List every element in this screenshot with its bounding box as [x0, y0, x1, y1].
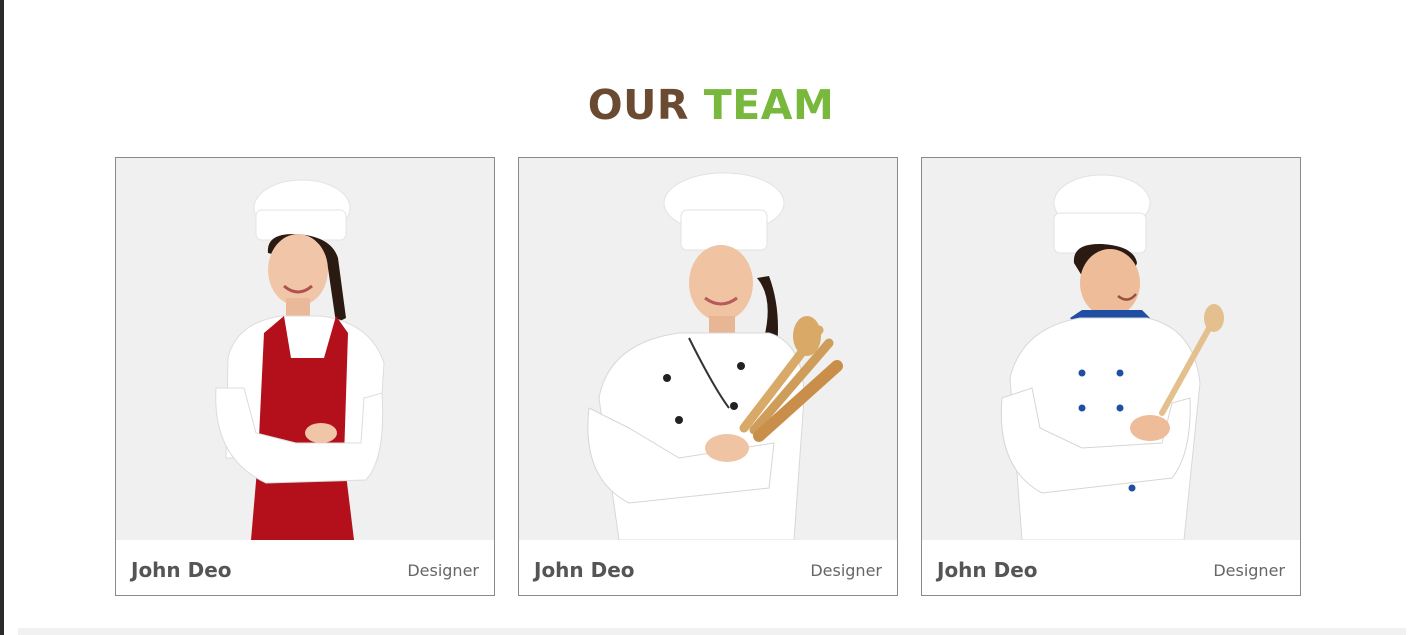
team-member-photo	[922, 158, 1300, 540]
title-word-our: OUR	[587, 81, 689, 129]
card-caption: John Deo Designer	[116, 540, 494, 595]
next-section-band	[18, 628, 1406, 635]
team-card[interactable]: John Deo Designer	[921, 157, 1301, 596]
card-caption: John Deo Designer	[922, 540, 1300, 595]
team-card[interactable]: John Deo Designer	[518, 157, 898, 596]
team-card[interactable]: John Deo Designer	[115, 157, 495, 596]
member-role: Designer	[810, 561, 882, 580]
member-role: Designer	[407, 561, 479, 580]
member-name: John Deo	[131, 558, 232, 582]
section-title: OUR TEAM	[0, 80, 1422, 130]
member-name: John Deo	[534, 558, 635, 582]
title-word-team: TEAM	[703, 81, 835, 129]
member-role: Designer	[1213, 561, 1285, 580]
team-member-photo	[519, 158, 897, 540]
card-caption: John Deo Designer	[519, 540, 897, 595]
team-member-photo	[116, 158, 494, 540]
member-name: John Deo	[937, 558, 1038, 582]
